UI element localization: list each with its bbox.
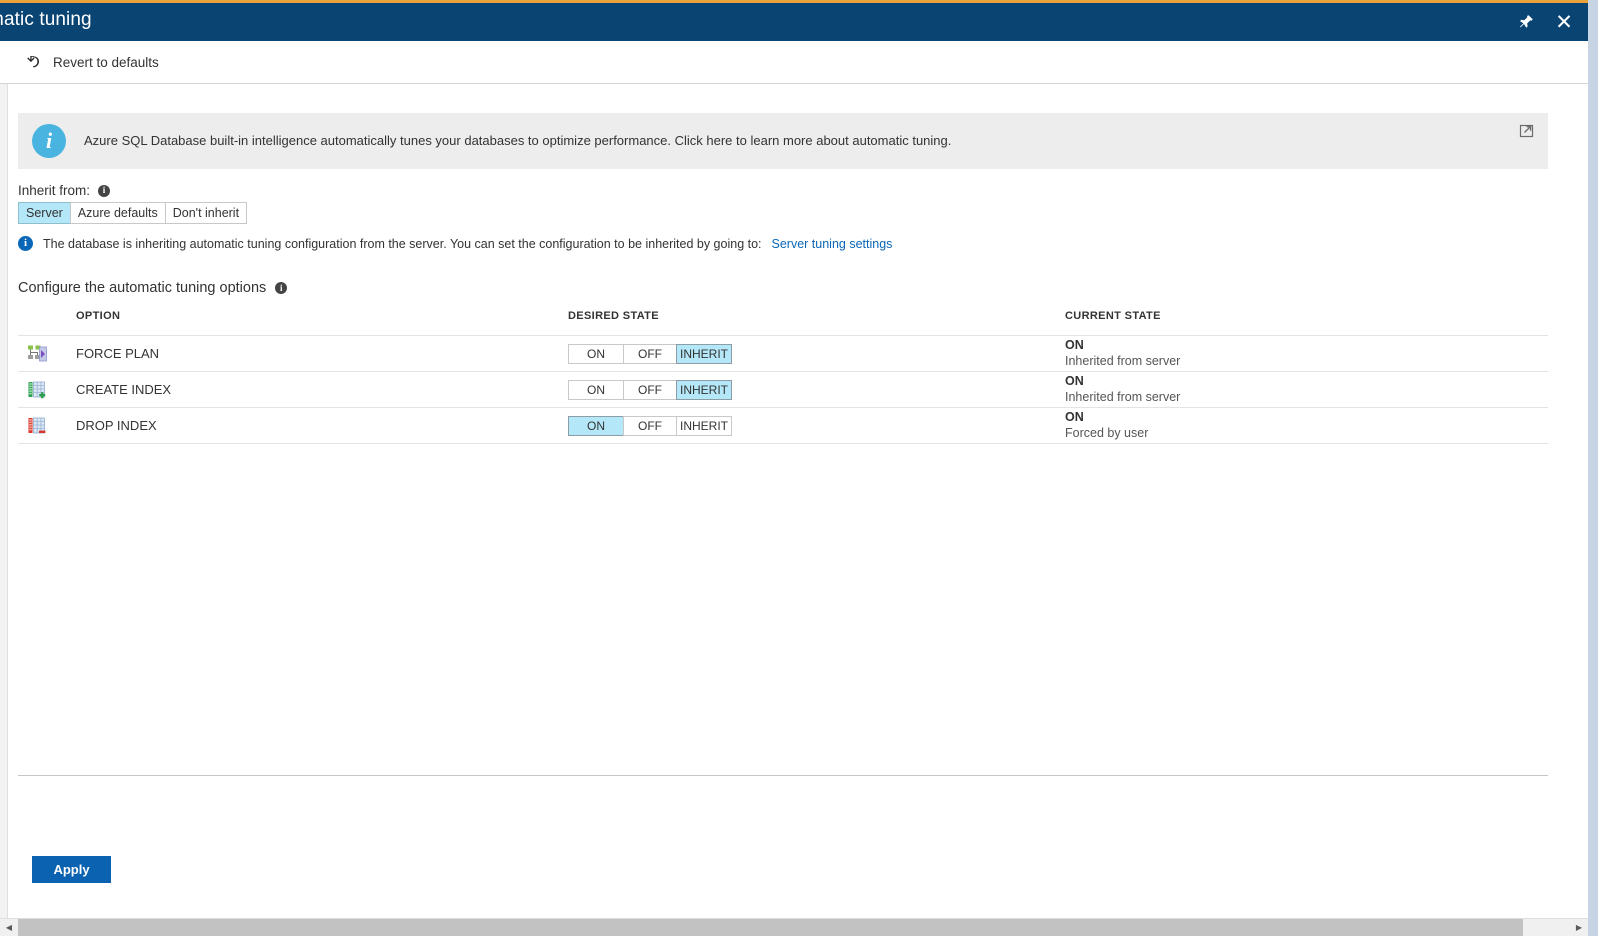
- apply-button[interactable]: Apply: [32, 856, 111, 883]
- inherit-from-row: Inherit from: i: [18, 183, 111, 198]
- external-link-icon[interactable]: [1518, 122, 1536, 140]
- desired-state-segment-group-create-index: ON OFF INHERIT: [568, 379, 732, 400]
- current-state-cell: ON Inherited from server: [1065, 338, 1548, 369]
- command-bar: Revert to defaults: [0, 41, 1588, 84]
- tuning-options-table: OPTION DESIRED STATE CURRENT STATE FORCE…: [18, 310, 1548, 444]
- desired-state-on-drop-index[interactable]: ON: [568, 415, 623, 436]
- portal-background: [1588, 0, 1598, 936]
- inherit-option-azure-defaults[interactable]: Azure defaults: [69, 202, 165, 224]
- desired-state-control: ON OFF INHERIT: [568, 379, 1065, 400]
- table-row: DROP INDEX ON OFF INHERIT ON Forced by u…: [18, 407, 1548, 444]
- desired-state-segment-group-drop-index: ON OFF INHERIT: [568, 415, 732, 436]
- chevron-right-icon[interactable]: ▶: [1570, 919, 1588, 936]
- blade-content: i Azure SQL Database built-in intelligen…: [9, 84, 1588, 936]
- desired-state-segment-group-force-plan: ON OFF INHERIT: [568, 343, 732, 364]
- drop-index-icon: [18, 415, 76, 437]
- current-state-value: ON: [1065, 337, 1084, 352]
- revert-to-defaults-label: Revert to defaults: [53, 54, 159, 70]
- info-circle-icon: i: [18, 236, 33, 251]
- column-header-option: OPTION: [76, 310, 121, 322]
- desired-state-inherit-drop-index[interactable]: INHERIT: [676, 415, 732, 436]
- current-state-reason: Inherited from server: [1065, 353, 1181, 368]
- desired-state-on-create-index[interactable]: ON: [568, 379, 623, 400]
- revert-to-defaults-button[interactable]: Revert to defaults: [18, 47, 167, 77]
- inherit-option-server[interactable]: Server: [18, 202, 70, 224]
- info-icon[interactable]: i: [98, 184, 111, 197]
- page-title: tomatic tuning: [0, 9, 92, 30]
- info-circle-icon: i: [32, 124, 66, 158]
- inherit-from-option-group: Server Azure defaults Don't inherit: [18, 202, 248, 224]
- inherit-status-message: i The database is inheriting automatic t…: [18, 236, 892, 251]
- column-header-desired-state: DESIRED STATE: [568, 310, 659, 322]
- option-name: DROP INDEX: [76, 418, 157, 433]
- current-state-cell: ON Inherited from server: [1065, 374, 1548, 405]
- force-plan-icon: [18, 343, 76, 365]
- inherit-from-label: Inherit from:: [18, 183, 91, 198]
- server-tuning-settings-link[interactable]: Server tuning settings: [772, 237, 893, 251]
- configure-options-title: Configure the automatic tuning options: [18, 280, 267, 296]
- desired-state-off-create-index[interactable]: OFF: [623, 379, 676, 400]
- desired-state-inherit-force-plan[interactable]: INHERIT: [676, 343, 732, 364]
- info-icon[interactable]: i: [275, 282, 288, 294]
- info-banner-text: Azure SQL Database built-in intelligence…: [84, 133, 952, 148]
- create-index-icon: [18, 379, 76, 401]
- desired-state-control: ON OFF INHERIT: [568, 343, 1065, 364]
- undo-arrow-icon: [26, 53, 43, 72]
- desired-state-off-drop-index[interactable]: OFF: [623, 415, 676, 436]
- option-name: CREATE INDEX: [76, 382, 172, 397]
- current-state-reason: Inherited from server: [1065, 389, 1181, 404]
- chevron-left-icon[interactable]: ◀: [0, 919, 18, 936]
- automatic-tuning-blade: tomatic tuning ✕ Revert to defaults i Az…: [0, 0, 1588, 936]
- blade-left-rail: [0, 84, 8, 936]
- configure-options-header: Configure the automatic tuning options i: [18, 280, 288, 296]
- inherit-status-text: The database is inheriting automatic tun…: [43, 236, 762, 251]
- current-state-reason: Forced by user: [1065, 425, 1149, 440]
- desired-state-on-force-plan[interactable]: ON: [568, 343, 623, 364]
- scrollbar-thumb[interactable]: [18, 919, 1523, 936]
- close-icon[interactable]: ✕: [1550, 8, 1578, 36]
- column-header-current-state: CURRENT STATE: [1065, 310, 1161, 322]
- desired-state-off-force-plan[interactable]: OFF: [623, 343, 676, 364]
- table-row: CREATE INDEX ON OFF INHERIT ON Inherited…: [18, 371, 1548, 407]
- info-banner: i Azure SQL Database built-in intelligen…: [18, 113, 1548, 169]
- inherit-option-dont-inherit[interactable]: Don't inherit: [164, 202, 248, 224]
- table-row: FORCE PLAN ON OFF INHERIT ON Inherited f…: [18, 335, 1548, 371]
- blade-title-bar: tomatic tuning ✕: [0, 3, 1588, 41]
- desired-state-control: ON OFF INHERIT: [568, 415, 1065, 436]
- pin-icon[interactable]: [1512, 8, 1540, 36]
- desired-state-inherit-create-index[interactable]: INHERIT: [676, 379, 732, 400]
- horizontal-scrollbar[interactable]: ◀ ▶: [0, 918, 1588, 936]
- current-state-value: ON: [1065, 409, 1084, 424]
- table-header-row: OPTION DESIRED STATE CURRENT STATE: [18, 310, 1548, 335]
- footer-divider: [18, 775, 1548, 776]
- current-state-value: ON: [1065, 373, 1084, 388]
- current-state-cell: ON Forced by user: [1065, 410, 1548, 441]
- option-name: FORCE PLAN: [76, 346, 160, 361]
